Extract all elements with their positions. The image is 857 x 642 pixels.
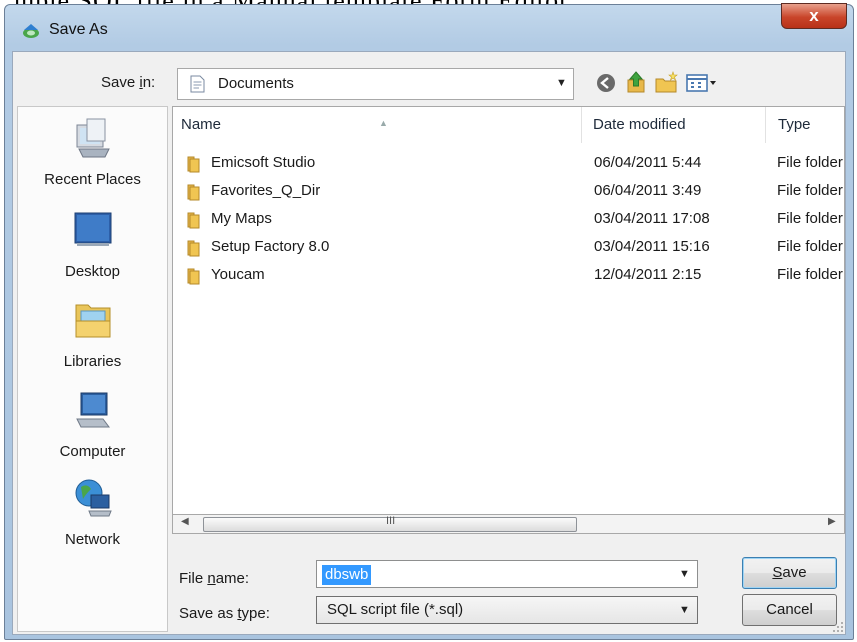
title-bar[interactable]: Save As x [5, 3, 853, 51]
file-row[interactable]: Favorites_Q_Dir 06/04/2011 3:49 File fol… [173, 179, 844, 207]
file-name: My Maps [211, 210, 272, 227]
file-type: File folder [777, 154, 843, 171]
folder-icon [187, 268, 200, 285]
back-icon[interactable] [593, 70, 619, 96]
places-bar: Recent Places Desktop Libraries Computer… [17, 106, 168, 632]
file-name: Setup Factory 8.0 [211, 238, 330, 255]
documents-icon [190, 75, 205, 93]
place-label: Network [64, 531, 120, 548]
cancel-button[interactable]: Cancel [742, 594, 837, 626]
chevron-down-icon[interactable]: ▼ [679, 604, 690, 616]
place-label: Recent Places [44, 171, 141, 188]
file-date: 06/04/2011 5:44 [594, 154, 702, 171]
scrollbar-thumb[interactable]: III [203, 515, 577, 532]
network-icon [75, 479, 112, 517]
file-date: 03/04/2011 17:08 [594, 210, 710, 227]
place-network[interactable]: Network [18, 475, 167, 565]
libraries-icon [75, 304, 111, 338]
file-row[interactable]: Emicsoft Studio 06/04/2011 5:44 File fol… [173, 151, 844, 179]
file-type: File folder [777, 182, 843, 199]
folder-icon [187, 184, 200, 201]
horizontal-scrollbar[interactable]: ◀ III ▶ [172, 514, 845, 534]
save-in-value: Documents [218, 75, 294, 92]
file-date: 12/04/2011 2:15 [594, 266, 702, 283]
file-date: 06/04/2011 3:49 [594, 182, 702, 199]
place-label: Libraries [63, 353, 122, 370]
file-list[interactable]: Name ▲ Date modified Type Emicsoft Studi… [172, 106, 845, 533]
file-row[interactable]: Setup Factory 8.0 03/04/2011 15:16 File … [173, 235, 844, 263]
recent-places-icon [76, 118, 110, 158]
new-folder-icon[interactable] [653, 70, 679, 96]
file-name: Youcam [211, 266, 265, 283]
place-label: Desktop [64, 263, 121, 280]
file-date: 03/04/2011 15:16 [594, 238, 710, 255]
file-row[interactable]: Youcam 12/04/2011 2:15 File folder [173, 263, 844, 291]
scrollbar-grip: III [386, 515, 396, 527]
file-type: File folder [777, 238, 843, 255]
up-one-level-icon[interactable] [623, 70, 649, 96]
file-type: File folder [777, 210, 843, 227]
desktop-icon [74, 212, 112, 246]
save-in-combo[interactable]: Documents ▼ [177, 68, 574, 100]
folder-icon [187, 240, 200, 257]
resize-grip-icon[interactable] [831, 620, 845, 634]
file-name: Emicsoft Studio [211, 154, 316, 171]
place-label: Computer [59, 443, 126, 460]
place-computer[interactable]: Computer [18, 387, 167, 477]
close-button[interactable]: x [781, 3, 847, 29]
scroll-right-icon[interactable]: ▶ [828, 516, 836, 527]
save-as-dialog: Save As x Save in: Documents ▼ Recent Pl… [4, 3, 854, 640]
folder-icon [187, 212, 200, 229]
save-button[interactable]: Save [742, 557, 837, 589]
file-name-value: dbswb [322, 565, 372, 585]
sort-ascending-icon: ▲ [379, 118, 388, 128]
file-name-field[interactable]: dbswb ▼ [316, 560, 698, 588]
file-type: File folder [777, 266, 843, 283]
save-as-type-label: Save as type: [179, 605, 270, 622]
save-as-type-select[interactable]: SQL script file (*.sql) ▼ [316, 596, 698, 624]
view-menu-icon[interactable] [685, 70, 721, 96]
column-separator[interactable] [581, 107, 582, 143]
dialog-body: Save in: Documents ▼ Recent Places Deskt… [12, 51, 846, 635]
column-header-type[interactable]: Type [770, 107, 844, 143]
chevron-down-icon[interactable]: ▼ [556, 77, 567, 89]
scroll-left-icon[interactable]: ◀ [181, 516, 189, 527]
file-name: Favorites_Q_Dir [211, 182, 321, 199]
folder-icon [187, 156, 200, 173]
place-recent-places[interactable]: Recent Places [18, 115, 167, 205]
file-row[interactable]: My Maps 03/04/2011 17:08 File folder [173, 207, 844, 235]
save-as-type-value: SQL script file (*.sql) [327, 601, 464, 618]
column-header-date-modified[interactable]: Date modified [585, 107, 765, 143]
column-separator[interactable] [765, 107, 766, 143]
chevron-down-icon[interactable]: ▼ [679, 568, 690, 580]
save-in-label: Save in: [101, 74, 156, 91]
save-as-icon [23, 24, 39, 38]
place-libraries[interactable]: Libraries [18, 297, 167, 387]
dialog-title: Save As [49, 21, 108, 38]
file-name-label: File name: [179, 570, 250, 587]
place-desktop[interactable]: Desktop [18, 207, 167, 297]
computer-icon [76, 392, 110, 428]
column-header-name[interactable]: Name ▲ [173, 107, 581, 143]
